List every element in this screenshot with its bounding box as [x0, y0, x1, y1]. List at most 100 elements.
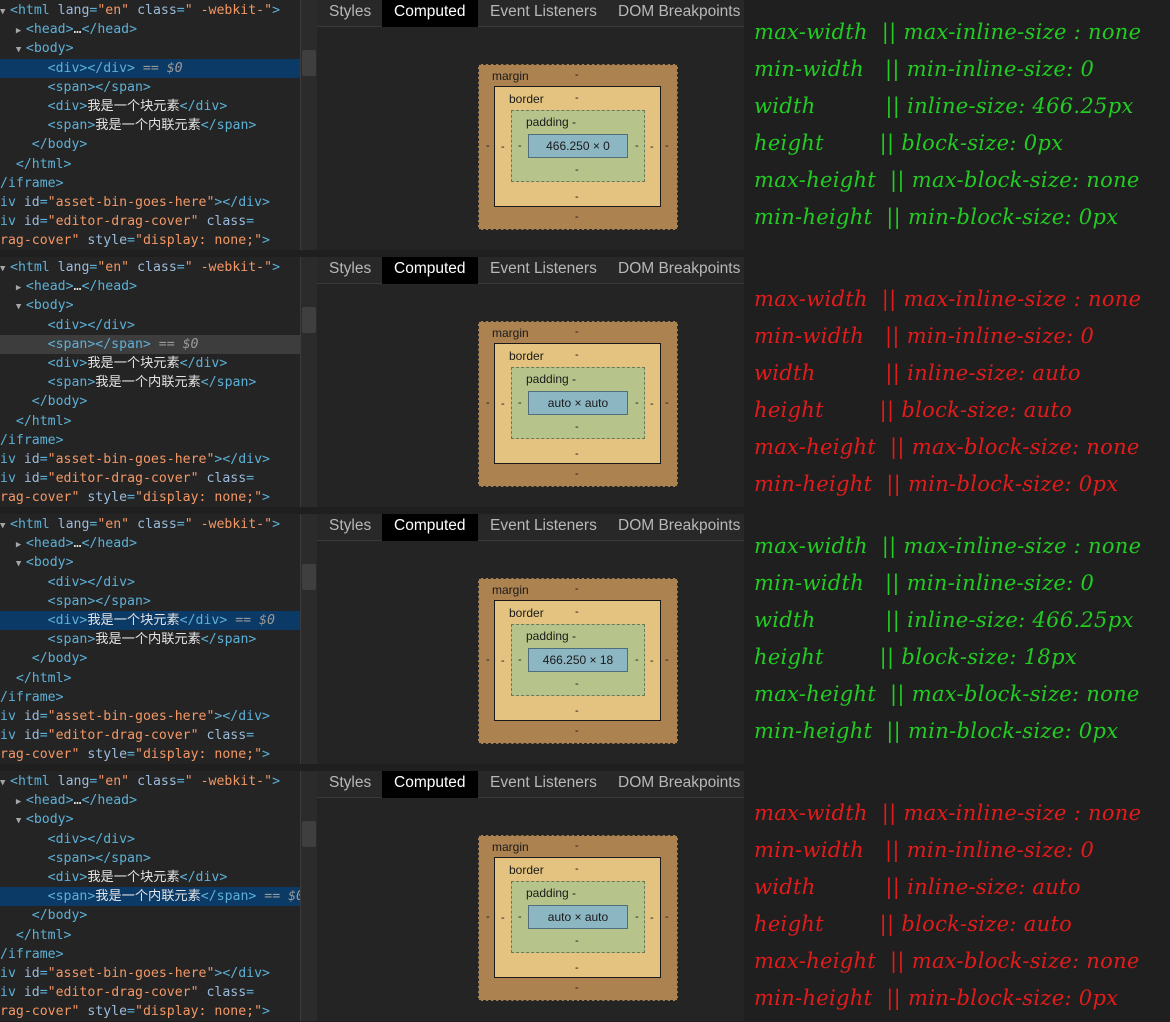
tree-row[interactable]: <span>我是一个内联元素</span> == $0: [0, 887, 300, 907]
tree-row[interactable]: iv id="editor-drag-cover" class=: [0, 726, 300, 745]
tree-row[interactable]: </body>: [0, 649, 300, 668]
content-size[interactable]: auto × auto: [528, 905, 628, 929]
margin-box[interactable]: margin - - - - border - - - - padding - - - - auto × a…: [478, 835, 678, 1001]
tree-row[interactable]: </body>: [0, 906, 300, 925]
tree-row[interactable]: <div>我是一个块元素</div>: [0, 868, 300, 887]
tab-event-listeners[interactable]: Event Listeners: [478, 771, 609, 798]
tree-row[interactable]: </body>: [0, 392, 300, 411]
tree-row[interactable]: iv id="asset-bin-goes-here"></div>: [0, 964, 300, 983]
tree-row[interactable]: rag-cover" style="display: none;">: [0, 488, 300, 507]
tree-row[interactable]: ▼ <body>: [0, 39, 300, 58]
tree-row[interactable]: </html>: [0, 412, 300, 431]
scrollbar-thumb[interactable]: [302, 564, 316, 590]
tree-row[interactable]: ▼ <html lang="en" class=" -webkit-">: [0, 1, 300, 20]
tree-row[interactable]: <span></span>: [0, 849, 300, 868]
border-box[interactable]: border - - - - padding - - - -466.250 × 18: [494, 600, 661, 721]
tree-row[interactable]: <span></span>: [0, 78, 300, 97]
margin-box[interactable]: margin - - - - border - - - - padding - - - -466.250 …: [478, 578, 678, 744]
expand-triangle-down-icon[interactable]: ▼: [16, 298, 26, 317]
tab-computed[interactable]: Computed: [382, 257, 478, 284]
panel-splitter[interactable]: [300, 257, 317, 507]
panel-splitter[interactable]: [300, 0, 317, 250]
scrollbar-thumb[interactable]: [302, 821, 316, 847]
tab-dom-breakpoints[interactable]: DOM Breakpoints: [606, 514, 744, 541]
expand-triangle-right-icon[interactable]: ▶: [16, 536, 26, 555]
margin-box[interactable]: margin - - - - border - - - - padding - - - -466.250 …: [478, 64, 678, 230]
border-box[interactable]: border - - - - padding - - - -466.250 × 0: [494, 86, 661, 207]
panel-splitter[interactable]: [300, 514, 317, 764]
scrollbar-thumb[interactable]: [302, 307, 316, 333]
content-size[interactable]: auto × auto: [528, 391, 628, 415]
tree-row[interactable]: ▼ <html lang="en" class=" -webkit-">: [0, 515, 300, 534]
tree-row[interactable]: </html>: [0, 926, 300, 945]
tab-computed[interactable]: Computed: [382, 771, 478, 798]
tree-row[interactable]: </body>: [0, 135, 300, 154]
tree-row[interactable]: <div></div>: [0, 316, 300, 335]
tree-row[interactable]: <span>我是一个内联元素</span>: [0, 116, 300, 135]
tree-row[interactable]: <span></span> == $0: [0, 334, 300, 354]
panel-splitter[interactable]: [300, 771, 317, 1021]
padding-box[interactable]: padding - - - - auto × auto: [511, 367, 645, 439]
padding-box[interactable]: padding - - - -466.250 × 0: [511, 110, 645, 182]
tree-row[interactable]: /iframe>: [0, 174, 300, 193]
tree-row[interactable]: <div></div> == $0: [0, 58, 300, 78]
tree-row[interactable]: ▼ <body>: [0, 810, 300, 829]
tree-row[interactable]: <span>我是一个内联元素</span>: [0, 630, 300, 649]
tree-row[interactable]: <div>我是一个块元素</div> == $0: [0, 611, 300, 630]
expand-triangle-down-icon[interactable]: ▼: [0, 3, 10, 22]
content-size[interactable]: 466.250 × 18: [528, 648, 628, 672]
tab-computed[interactable]: Computed: [382, 514, 478, 541]
tree-row[interactable]: iv id="editor-drag-cover" class=: [0, 983, 300, 1002]
tab-event-listeners[interactable]: Event Listeners: [478, 514, 609, 541]
tree-row[interactable]: ▼ <body>: [0, 553, 300, 572]
expand-triangle-down-icon[interactable]: ▼: [16, 41, 26, 60]
tree-row[interactable]: /iframe>: [0, 431, 300, 450]
tree-row[interactable]: rag-cover" style="display: none;">: [0, 231, 300, 250]
tree-row[interactable]: rag-cover" style="display: none;">: [0, 745, 300, 764]
border-box[interactable]: border - - - - padding - - - - auto × auto: [494, 857, 661, 978]
padding-box[interactable]: padding - - - - auto × auto: [511, 881, 645, 953]
expand-triangle-down-icon[interactable]: ▼: [0, 774, 10, 793]
tab-computed[interactable]: Computed: [382, 0, 478, 27]
tree-row[interactable]: iv id="asset-bin-goes-here"></div>: [0, 707, 300, 726]
tab-dom-breakpoints[interactable]: DOM Breakpoints: [606, 257, 744, 284]
scrollbar-thumb[interactable]: [302, 50, 316, 76]
tree-row[interactable]: /iframe>: [0, 945, 300, 964]
tree-row[interactable]: <div></div>: [0, 830, 300, 849]
tree-row[interactable]: ▶ <head>…</head>: [0, 534, 300, 553]
expand-triangle-right-icon[interactable]: ▶: [16, 793, 26, 812]
expand-triangle-right-icon[interactable]: ▶: [16, 22, 26, 41]
tree-row[interactable]: ▶ <head>…</head>: [0, 791, 300, 810]
tree-row[interactable]: </html>: [0, 155, 300, 174]
expand-triangle-right-icon[interactable]: ▶: [16, 279, 26, 298]
expand-triangle-down-icon[interactable]: ▼: [16, 555, 26, 574]
tab-dom-breakpoints[interactable]: DOM Breakpoints: [606, 0, 744, 27]
content-size[interactable]: 466.250 × 0: [528, 134, 628, 158]
tree-row[interactable]: ▼ <body>: [0, 296, 300, 315]
border-box[interactable]: border - - - - padding - - - - auto × auto: [494, 343, 661, 464]
tree-row[interactable]: <span>我是一个内联元素</span>: [0, 373, 300, 392]
tree-row[interactable]: iv id="asset-bin-goes-here"></div>: [0, 193, 300, 212]
padding-box[interactable]: padding - - - -466.250 × 18: [511, 624, 645, 696]
tree-row[interactable]: <span></span>: [0, 592, 300, 611]
tab-styles[interactable]: Styles: [317, 257, 383, 284]
expand-triangle-down-icon[interactable]: ▼: [16, 812, 26, 831]
tree-row[interactable]: <div>我是一个块元素</div>: [0, 97, 300, 116]
tree-row[interactable]: ▼ <html lang="en" class=" -webkit-">: [0, 772, 300, 791]
margin-box[interactable]: margin - - - - border - - - - padding - - - - auto × a…: [478, 321, 678, 487]
tab-event-listeners[interactable]: Event Listeners: [478, 0, 609, 27]
tree-row[interactable]: iv id="editor-drag-cover" class=: [0, 212, 300, 231]
tree-row[interactable]: <div>我是一个块元素</div>: [0, 354, 300, 373]
tree-row[interactable]: /iframe>: [0, 688, 300, 707]
tree-row[interactable]: </html>: [0, 669, 300, 688]
tree-row[interactable]: iv id="editor-drag-cover" class=: [0, 469, 300, 488]
tree-row[interactable]: ▼ <html lang="en" class=" -webkit-">: [0, 258, 300, 277]
tree-row[interactable]: <div></div>: [0, 573, 300, 592]
tree-row[interactable]: rag-cover" style="display: none;">: [0, 1002, 300, 1021]
tree-row[interactable]: ▶ <head>…</head>: [0, 20, 300, 39]
expand-triangle-down-icon[interactable]: ▼: [0, 517, 10, 536]
expand-triangle-down-icon[interactable]: ▼: [0, 260, 10, 279]
tree-row[interactable]: iv id="asset-bin-goes-here"></div>: [0, 450, 300, 469]
tab-dom-breakpoints[interactable]: DOM Breakpoints: [606, 771, 744, 798]
tab-event-listeners[interactable]: Event Listeners: [478, 257, 609, 284]
